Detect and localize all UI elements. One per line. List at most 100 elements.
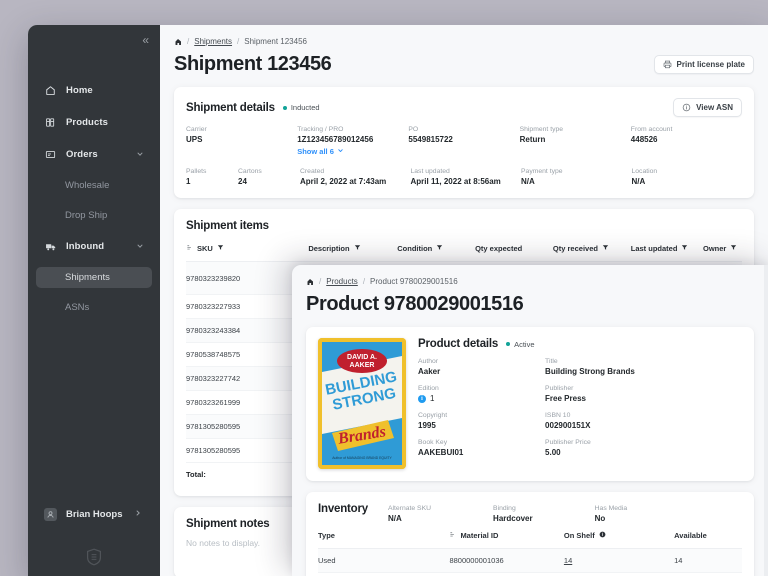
- on-shelf-link[interactable]: 14: [564, 556, 572, 565]
- field-location: Location N/A: [632, 168, 743, 186]
- view-asn-label: View ASN: [696, 103, 733, 112]
- book-cover-art: DAVID A. AAKER BUILDING STRONG Brands Au…: [318, 338, 406, 469]
- status-dot-icon: [282, 105, 287, 110]
- field-publisher: Publisher Free Press: [545, 385, 742, 403]
- cell-available: 2: [674, 572, 742, 576]
- truck-icon: [44, 240, 57, 253]
- field-value: 448526: [630, 135, 658, 144]
- cell-material-id: 8800000001036: [449, 548, 564, 573]
- field-value: Hardcover: [493, 514, 533, 523]
- field-label: PO: [408, 126, 419, 133]
- svg-text:Author of MANAGING BRAND EQUIT: Author of MANAGING BRAND EQUITY: [332, 456, 392, 460]
- field-value: Aaker: [418, 367, 441, 376]
- print-license-plate-button[interactable]: Print license plate: [653, 55, 754, 74]
- products-icon: [44, 116, 57, 129]
- sidebar-item-shipments[interactable]: Shipments: [36, 267, 152, 288]
- chevron-down-icon[interactable]: [136, 150, 144, 160]
- sidebar-item-wholesale[interactable]: Wholesale: [36, 175, 152, 196]
- table-row[interactable]: New 8810000001035 2 2: [318, 572, 742, 576]
- col-label: Available: [674, 531, 707, 540]
- sort-icon[interactable]: [186, 244, 193, 253]
- field-label: ISBN 10: [545, 412, 571, 419]
- field-from-account: From account 448526: [631, 126, 742, 156]
- shipment-details-title-wrap: Shipment details Inducted: [186, 102, 320, 114]
- sidebar-item-products[interactable]: Products: [36, 111, 152, 134]
- filter-icon[interactable]: [354, 244, 361, 253]
- home-icon[interactable]: [306, 278, 314, 286]
- field-value: Return: [519, 135, 546, 144]
- filter-icon[interactable]: [681, 244, 688, 253]
- field-title: Title Building Strong Brands: [545, 358, 742, 376]
- cell-type: New: [318, 572, 450, 576]
- sidebar-item-asns[interactable]: ASNs: [36, 297, 152, 318]
- field-label: Created: [300, 168, 325, 175]
- col-condition[interactable]: Condition: [397, 236, 476, 262]
- table-row[interactable]: Used 8800000001036 14 14: [318, 548, 742, 573]
- overlay-scrollbar[interactable]: [764, 265, 768, 576]
- filter-icon[interactable]: [436, 244, 443, 253]
- field-value: N/A: [631, 177, 646, 186]
- cell-material-id: 8810000001035: [449, 572, 564, 576]
- col-available[interactable]: Available: [674, 523, 742, 549]
- filter-icon[interactable]: [217, 244, 224, 253]
- sidebar-item-label: Orders: [66, 149, 98, 160]
- inventory-card: Inventory Alternate SKU N/A Binding Hard…: [306, 492, 754, 576]
- breadcrumb-separator: /: [319, 277, 322, 286]
- field-payment-type: Payment type N/A: [521, 168, 632, 186]
- col-type[interactable]: Type: [318, 523, 450, 549]
- info-badge-icon[interactable]: i: [418, 394, 426, 403]
- sidebar-item-label: Shipments: [65, 272, 110, 283]
- col-owner[interactable]: Owner: [703, 236, 742, 262]
- sidebar-item-orders[interactable]: Orders: [36, 143, 152, 166]
- product-details-card: DAVID A. AAKER BUILDING STRONG Brands Au…: [306, 327, 754, 481]
- cell-sku: 9780323239820: [186, 261, 309, 295]
- sidebar-user[interactable]: Brian Hoops: [36, 502, 152, 526]
- col-material-id[interactable]: Material ID: [449, 523, 564, 549]
- shipment-details-row2: Pallets 1 Cartons 24 Created April 2, 20…: [174, 168, 754, 198]
- field-value: 1Z123456789012456: [297, 135, 374, 144]
- table-body: Used 8800000001036 14 14 New 88100000010…: [318, 548, 742, 576]
- avatar-icon: [44, 507, 57, 521]
- card-title: Shipment details: [186, 101, 275, 114]
- field-label: Shipment type: [519, 126, 564, 133]
- col-description[interactable]: Description: [308, 236, 398, 262]
- page-title: Shipment 123456: [174, 53, 332, 75]
- sort-icon[interactable]: [449, 531, 456, 540]
- sidebar-item-inbound[interactable]: Inbound: [36, 235, 152, 258]
- filter-icon[interactable]: [730, 244, 737, 253]
- cell-sku: 9781305280595: [186, 438, 309, 463]
- home-icon[interactable]: [174, 38, 182, 46]
- chevron-right-icon[interactable]: [134, 509, 142, 519]
- field-label: Payment type: [521, 168, 563, 175]
- inventory-table-wrap: Type Material ID On Shelf Available Used…: [306, 523, 754, 576]
- breadcrumb-link-shipments[interactable]: Shipments: [194, 37, 232, 46]
- field-book-key: Book Key AAKEBUI01: [418, 439, 545, 457]
- shipment-items-title: Shipment items: [186, 220, 269, 232]
- show-all-link[interactable]: Show all 6: [297, 147, 408, 156]
- info-circle-icon[interactable]: [599, 531, 606, 540]
- shipment-details-card: Shipment details Inducted View ASN Carri…: [174, 87, 754, 198]
- view-asn-button[interactable]: View ASN: [673, 98, 742, 117]
- cell-available: 14: [674, 548, 742, 573]
- breadcrumb-link-products[interactable]: Products: [326, 277, 358, 286]
- field-value: N/A: [387, 514, 402, 523]
- cell-sku: 9781305280595: [186, 414, 309, 439]
- col-qty-expected[interactable]: Qty expected: [475, 236, 553, 262]
- chevron-down-icon[interactable]: [136, 242, 144, 252]
- breadcrumb: / Shipments / Shipment 123456: [174, 25, 754, 46]
- col-last-updated[interactable]: Last updated: [630, 236, 704, 262]
- sidebar-item-home[interactable]: Home: [36, 79, 152, 102]
- filter-icon[interactable]: [602, 244, 609, 253]
- col-sku[interactable]: SKU: [186, 236, 309, 262]
- svg-text:AAKER: AAKER: [350, 362, 375, 369]
- field-label: Last updated: [410, 168, 450, 175]
- breadcrumb-separator: /: [187, 37, 190, 46]
- product-details-title: Product details: [418, 338, 499, 350]
- field-cartons: Cartons 24: [238, 168, 300, 186]
- sidebar-item-drop-ship[interactable]: Drop Ship: [36, 205, 152, 226]
- col-on-shelf[interactable]: On Shelf: [563, 523, 675, 549]
- cell-sku: 9780538748575: [186, 342, 309, 367]
- col-qty-received[interactable]: Qty received: [552, 236, 631, 262]
- table-head: SKU Description Condition Qty expected Q…: [186, 236, 742, 262]
- chevron-double-left-icon[interactable]: «: [142, 34, 149, 46]
